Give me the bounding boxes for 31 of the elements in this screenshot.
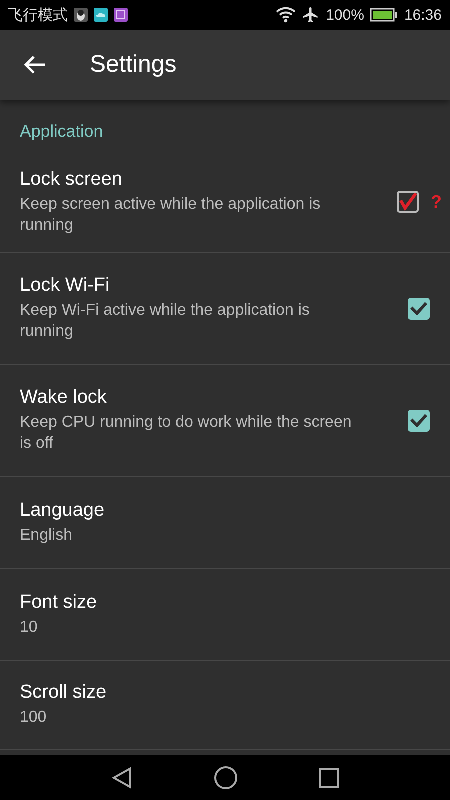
penguin-icon — [74, 8, 88, 22]
setting-summary: Keep CPU running to do work while the screen is off — [20, 413, 353, 454]
setting-summary: Keep Wi-Fi active while the application is running — [20, 301, 311, 342]
question-mark: ? — [431, 192, 442, 212]
cloud-icon — [94, 8, 108, 22]
setting-title: Lock Wi-Fi — [20, 275, 111, 297]
image-icon — [114, 8, 128, 22]
airplane-icon — [302, 6, 320, 24]
checkbox[interactable] — [408, 298, 430, 320]
airplane-mode-label: 飞行模式 — [8, 6, 68, 24]
setting-title: Wake lock — [20, 387, 108, 409]
checkmark-icon — [410, 300, 428, 318]
wifi-icon — [276, 7, 296, 23]
screen-title: Settings — [90, 51, 177, 79]
battery-percent: 100% — [326, 6, 364, 24]
setting-title: Scroll size — [20, 682, 108, 704]
checkmark-icon — [410, 412, 428, 430]
setting-title: Language — [20, 500, 106, 522]
clock-time: 16:36 — [404, 6, 442, 24]
section-header: Application — [19, 121, 104, 143]
recents-nav-icon[interactable] — [319, 768, 340, 788]
setting-title: Lock screen — [20, 168, 124, 190]
setting-summary: Keep screen active while the application is running — [20, 194, 322, 236]
setting-summary: English — [20, 526, 74, 546]
battery-icon — [370, 8, 398, 22]
setting-summary: 100 — [20, 708, 48, 728]
home-nav-icon[interactable] — [214, 766, 238, 790]
checkbox[interactable] — [408, 410, 430, 432]
back-nav-icon[interactable] — [110, 766, 133, 788]
setting-summary: 10 — [20, 618, 39, 638]
setting-title: Font size — [20, 592, 98, 614]
